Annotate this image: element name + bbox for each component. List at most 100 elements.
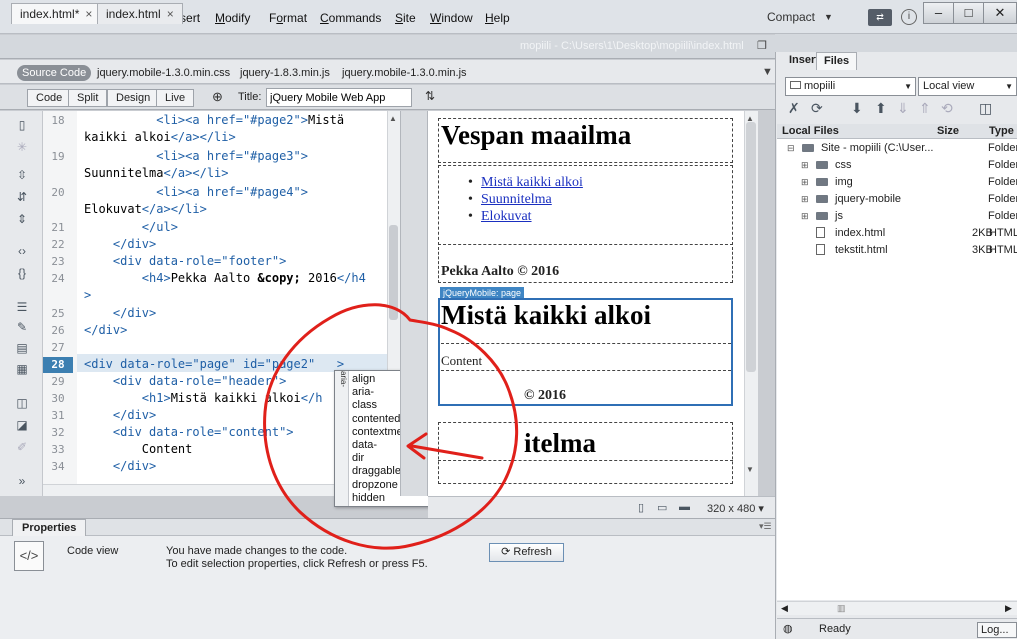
highlight-icon[interactable]: ✳ <box>12 140 32 154</box>
close-icon[interactable]: × <box>85 7 92 21</box>
chevron-down-icon[interactable]: ▼ <box>824 12 833 22</box>
code-line[interactable]: <div data-role="footer"> <box>84 254 286 268</box>
code-line[interactable]: </div> <box>84 237 156 251</box>
menu-site[interactable]: Site <box>395 11 416 25</box>
related-file[interactable]: jquery-1.8.3.min.js <box>240 67 330 79</box>
code-line[interactable]: kaikki alkoi</a></li> <box>84 130 236 144</box>
code-line[interactable]: </div> <box>84 306 156 320</box>
column-size[interactable]: Size <box>937 125 959 137</box>
scroll-thumb[interactable]: ▥ <box>837 603 846 614</box>
code-hint-item[interactable]: class <box>352 399 377 411</box>
code-line[interactable]: <li><a href="#page4"> <box>84 185 308 199</box>
scroll-up-icon[interactable]: ▲ <box>389 114 397 123</box>
phone-size-icon[interactable]: ▯ <box>638 501 644 514</box>
file-row[interactable]: ⊞ js Folder <box>777 208 1017 224</box>
balance-braces-icon[interactable]: {} <box>12 266 32 280</box>
code-line[interactable]: <h1>Mistä kaikki alkoi</h <box>84 391 323 405</box>
expand-icon[interactable]: ⊞ <box>801 157 809 173</box>
code-line[interactable]: Elokuvat</a></li> <box>84 202 207 216</box>
nav-link[interactable]: Elokuvat <box>481 209 532 225</box>
workspace-switcher[interactable]: Compact <box>767 10 815 24</box>
format-source-icon[interactable]: ✐ <box>12 440 32 454</box>
code-line[interactable]: Suunnitelma</a></li> <box>84 166 229 180</box>
file-row[interactable]: ⊞ jquery-mobile Folder <box>777 191 1017 207</box>
file-row[interactable]: tekstit.html3KBHTML- <box>777 242 1017 258</box>
tab-index[interactable]: index.html × <box>97 3 183 24</box>
code-line[interactable]: > <box>84 288 91 302</box>
code-hint-item[interactable]: aria- <box>352 386 374 398</box>
design-view-button[interactable]: Design <box>107 89 160 107</box>
maximize-button[interactable]: □ <box>953 2 984 24</box>
sync-icon[interactable]: ⟲ <box>941 100 953 117</box>
sort-icon[interactable]: ⇅ <box>425 89 435 103</box>
select-parent-tag-icon[interactable]: ‹› <box>12 244 32 258</box>
menu-window[interactable]: Window <box>430 11 473 25</box>
code-line[interactable]: <li><a href="#page2">Mistä <box>84 113 344 127</box>
column-type[interactable]: Type <box>989 125 1014 137</box>
line-numbers-icon[interactable]: ☰ <box>12 300 32 314</box>
split-view-button[interactable]: Split <box>68 89 108 107</box>
refresh-icon[interactable]: ⟳ <box>811 100 823 117</box>
code-line[interactable]: <li><a href="#page3"> <box>84 149 308 163</box>
scroll-up-icon[interactable]: ▲ <box>746 114 754 123</box>
code-line[interactable]: Content <box>84 442 193 456</box>
code-hint-item[interactable]: draggable <box>352 465 401 477</box>
code-view-button[interactable]: Code <box>27 89 72 107</box>
filter-icon[interactable]: ▼ <box>762 66 773 78</box>
preview-globe-icon[interactable]: ⊕ <box>212 89 223 105</box>
code-line[interactable]: <div data-role="content"> <box>84 425 294 439</box>
collapse-icon[interactable]: ⊟ <box>787 140 795 156</box>
code-hint-item[interactable]: align <box>352 373 375 385</box>
close-icon[interactable]: × <box>167 7 174 21</box>
wrap-tag-icon[interactable]: ▦ <box>12 362 32 376</box>
column-local-files[interactable]: Local Files <box>782 125 839 137</box>
check-in-icon[interactable]: ⇑ <box>919 100 931 117</box>
more-tools-icon[interactable]: » <box>12 474 32 488</box>
tab-properties[interactable]: Properties <box>12 519 87 536</box>
apply-comment-icon[interactable]: ▤ <box>12 341 32 355</box>
related-file[interactable]: jquery.mobile-1.3.0.min.css <box>97 67 230 79</box>
code-line[interactable]: </div> <box>84 408 156 422</box>
tab-files[interactable]: Files <box>816 52 858 70</box>
code-hint-item[interactable]: dir <box>352 452 364 464</box>
file-row[interactable]: index.html2KBHTML- <box>777 225 1017 241</box>
expand-icon[interactable]: ⊞ <box>801 208 809 224</box>
code-line[interactable]: </div> <box>84 323 127 337</box>
get-files-icon[interactable]: ⬇ <box>851 100 863 117</box>
title-input[interactable] <box>266 88 412 107</box>
minimize-button[interactable]: – <box>923 2 954 24</box>
open-documents-icon[interactable]: ▯ <box>12 118 32 132</box>
menu-format[interactable]: Format <box>269 11 307 25</box>
menu-modify[interactable]: Modify <box>215 11 250 25</box>
scroll-down-icon[interactable]: ▼ <box>746 465 754 474</box>
code-hint-item[interactable]: dropzone <box>352 479 398 491</box>
code-line[interactable]: <div data-role="page" id="page2" > <box>84 357 344 371</box>
files-horizontal-scrollbar[interactable]: ◀ ▥ ▶ <box>777 601 1017 615</box>
source-code-button[interactable]: Source Code <box>17 65 92 81</box>
desktop-size-icon[interactable]: ▬ <box>679 501 690 513</box>
info-icon[interactable]: i <box>901 9 917 25</box>
close-button[interactable]: ✕ <box>983 2 1017 24</box>
related-file[interactable]: jquery.mobile-1.3.0.min.js <box>342 67 467 79</box>
outdent-icon[interactable]: ◪ <box>12 418 32 432</box>
code-scroll-thumb[interactable] <box>389 225 398 320</box>
split-divider[interactable] <box>400 111 428 496</box>
site-select[interactable]: mopiili ▼ <box>785 77 916 96</box>
menu-commands[interactable]: Commands <box>320 11 381 25</box>
code-line[interactable]: </ul> <box>84 220 178 234</box>
file-row[interactable]: ⊞ img Folder <box>777 174 1017 190</box>
log-button[interactable]: Log... <box>977 622 1017 638</box>
scroll-right-icon[interactable]: ▶ <box>1005 603 1012 614</box>
expand-all-icon[interactable]: ⇕ <box>12 212 32 226</box>
collapse-selection-icon[interactable]: ⇵ <box>12 190 32 204</box>
tablet-size-icon[interactable]: ▭ <box>657 501 667 514</box>
connect-icon[interactable]: ✗ <box>788 100 800 117</box>
expand-icon[interactable]: ⊞ <box>801 191 809 207</box>
nav-link[interactable]: Mistä kaikki alkoi <box>481 175 583 191</box>
file-row[interactable]: ⊞ css Folder <box>777 157 1017 173</box>
highlight-invalid-icon[interactable]: ✎ <box>12 320 32 334</box>
code-line[interactable]: <div data-role="header"> <box>84 374 286 388</box>
tab-index-modified[interactable]: index.html* × <box>11 3 102 24</box>
view-select[interactable]: Local view ▼ <box>918 77 1017 96</box>
check-out-icon[interactable]: ⇓ <box>897 100 909 117</box>
